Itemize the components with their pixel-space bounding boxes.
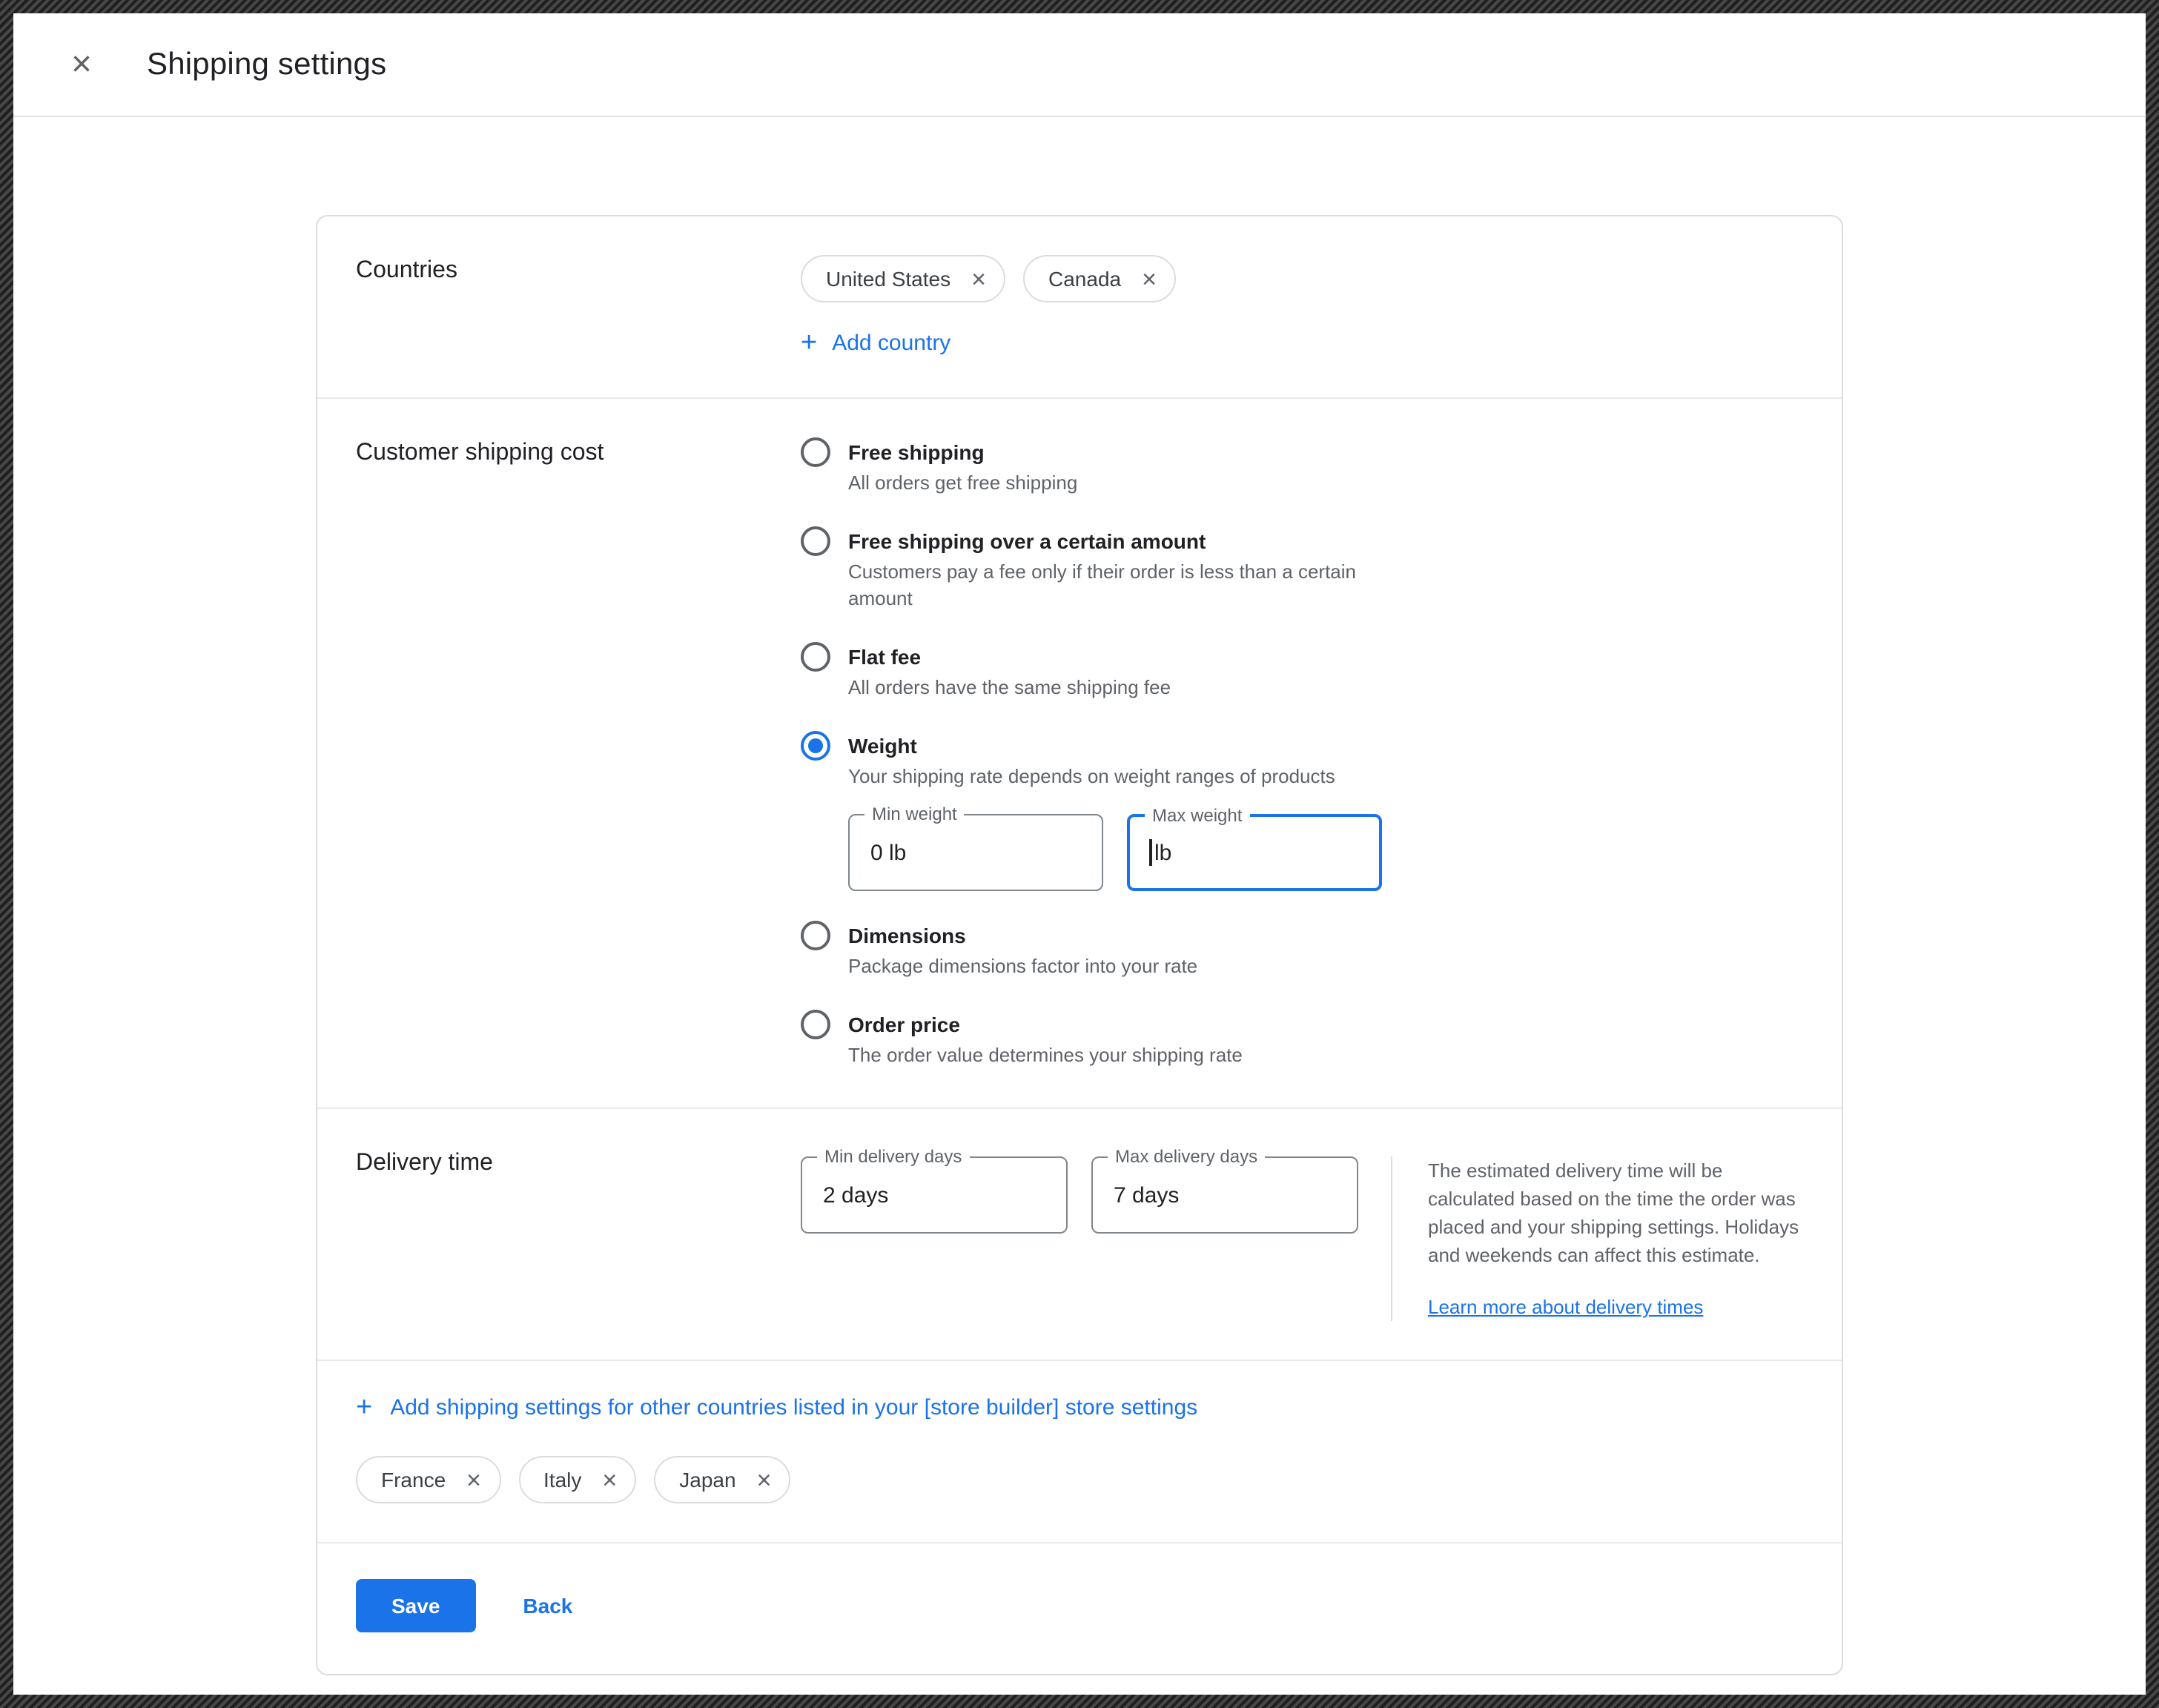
radio-option-dimensions[interactable]: Dimensions Package dimensions factor int… <box>801 921 1803 980</box>
country-chip-united-states[interactable]: United States × <box>801 255 1005 302</box>
chip-label: United States <box>826 267 950 291</box>
min-delivery-days-value: 2 days <box>823 1182 888 1208</box>
text-cursor <box>1149 839 1151 866</box>
plus-icon: + <box>356 1394 372 1422</box>
chip-label: France <box>381 1468 446 1492</box>
min-delivery-days-label: Min delivery days <box>817 1146 969 1167</box>
remove-country-icon[interactable]: × <box>971 266 986 291</box>
shipping-settings-dialog: × Shipping settings Countries United Sta… <box>13 13 2146 1695</box>
settings-card: Countries United States × Canada × + Add… <box>316 215 1843 1675</box>
country-chip-france[interactable]: France × <box>356 1456 500 1503</box>
radio-icon[interactable] <box>801 1010 830 1039</box>
radio-icon[interactable] <box>801 921 830 950</box>
shipping-cost-options: Free shipping All orders get free shippi… <box>801 437 1803 1069</box>
option-title: Weight <box>848 731 1382 761</box>
option-title: Free shipping over a certain amount <box>848 526 1397 556</box>
option-title: Free shipping <box>848 437 1077 467</box>
option-title: Flat fee <box>848 642 1171 672</box>
option-description: Customers pay a fee only if their order … <box>848 559 1397 612</box>
close-icon[interactable]: × <box>61 47 102 82</box>
option-text: Free shipping All orders get free shippi… <box>848 437 1077 497</box>
chip-label: Canada <box>1048 267 1121 291</box>
page-title: Shipping settings <box>147 47 386 82</box>
radio-icon-selected[interactable] <box>801 731 830 761</box>
max-weight-field[interactable]: Max weight lb <box>1127 814 1382 891</box>
radio-option-free-over-amount[interactable]: Free shipping over a certain amount Cust… <box>801 526 1803 612</box>
radio-option-order-price[interactable]: Order price The order value determines y… <box>801 1010 1803 1069</box>
option-description: All orders have the same shipping fee <box>848 675 1171 701</box>
add-other-countries-button[interactable]: + Add shipping settings for other countr… <box>356 1394 1197 1422</box>
countries-label: Countries <box>356 255 801 359</box>
other-countries-chip-row: France × Italy × Japan × <box>356 1456 1803 1503</box>
delivery-fields: Min delivery days 2 days Max delivery da… <box>801 1156 1358 1321</box>
screenshot-scale-root: × Shipping settings Countries United Sta… <box>0 0 2159 1708</box>
remove-country-icon[interactable]: × <box>466 1467 481 1492</box>
delivery-helper-text: The estimated delivery time will be calc… <box>1428 1156 1803 1269</box>
chip-label: Italy <box>543 1468 581 1492</box>
shipping-cost-section: Customer shipping cost Free shipping All… <box>317 399 1842 1109</box>
delivery-time-section: Delivery time Min delivery days 2 days M… <box>317 1109 1842 1361</box>
learn-more-link[interactable]: Learn more about delivery times <box>1428 1296 1703 1318</box>
chip-label: Japan <box>679 1468 735 1492</box>
plus-icon: + <box>801 329 817 357</box>
delivery-helper-panel: The estimated delivery time will be calc… <box>1391 1156 1803 1321</box>
option-text: Free shipping over a certain amount Cust… <box>848 526 1397 612</box>
country-chip-italy[interactable]: Italy × <box>518 1456 636 1503</box>
min-weight-field[interactable]: Min weight 0 lb <box>848 814 1103 891</box>
add-country-label: Add country <box>832 331 950 356</box>
radio-icon[interactable] <box>801 526 830 556</box>
option-description: All orders get free shipping <box>848 470 1077 497</box>
country-chip-canada[interactable]: Canada × <box>1023 255 1176 302</box>
countries-chip-row: United States × Canada × <box>801 255 1803 302</box>
country-chip-japan[interactable]: Japan × <box>654 1456 790 1503</box>
radio-option-flat-fee[interactable]: Flat fee All orders have the same shippi… <box>801 642 1803 701</box>
dialog-footer: Save Back <box>317 1543 1842 1674</box>
radio-icon[interactable] <box>801 437 830 467</box>
option-description: Your shipping rate depends on weight ran… <box>848 764 1382 790</box>
option-title: Dimensions <box>848 921 1197 950</box>
add-country-button[interactable]: + Add country <box>801 329 950 357</box>
max-delivery-days-value: 7 days <box>1114 1182 1179 1208</box>
other-countries-section: + Add shipping settings for other countr… <box>317 1361 1842 1543</box>
radio-option-weight[interactable]: Weight Your shipping rate depends on wei… <box>801 731 1803 891</box>
min-weight-field-label: Min weight <box>864 804 965 824</box>
max-delivery-days-field[interactable]: Max delivery days 7 days <box>1091 1156 1358 1234</box>
save-button[interactable]: Save <box>356 1579 475 1632</box>
radio-option-free-shipping[interactable]: Free shipping All orders get free shippi… <box>801 437 1803 497</box>
shipping-cost-label: Customer shipping cost <box>356 437 801 1069</box>
min-delivery-days-field[interactable]: Min delivery days 2 days <box>801 1156 1068 1234</box>
back-button[interactable]: Back <box>523 1594 572 1618</box>
option-text: Order price The order value determines y… <box>848 1010 1243 1069</box>
option-title: Order price <box>848 1010 1243 1039</box>
add-other-countries-label: Add shipping settings for other countrie… <box>390 1395 1197 1420</box>
max-weight-field-label: Max weight <box>1145 805 1249 826</box>
remove-country-icon[interactable]: × <box>602 1467 617 1492</box>
weight-fields: Min weight 0 lb Max weight lb <box>848 814 1382 891</box>
option-description: The order value determines your shipping… <box>848 1042 1243 1069</box>
option-text: Weight Your shipping rate depends on wei… <box>848 731 1382 891</box>
min-weight-field-value: 0 lb <box>870 840 906 865</box>
delivery-time-label: Delivery time <box>356 1148 801 1321</box>
remove-country-icon[interactable]: × <box>757 1467 772 1492</box>
option-text: Flat fee All orders have the same shippi… <box>848 642 1171 701</box>
max-weight-field-value: lb <box>1154 840 1171 865</box>
option-text: Dimensions Package dimensions factor int… <box>848 921 1197 980</box>
dialog-header: × Shipping settings <box>13 13 2146 117</box>
screenshot-frame: × Shipping settings Countries United Sta… <box>0 0 2159 1708</box>
remove-country-icon[interactable]: × <box>1142 266 1157 291</box>
countries-section: Countries United States × Canada × + Add… <box>317 216 1842 399</box>
option-description: Package dimensions factor into your rate <box>848 953 1197 980</box>
radio-icon[interactable] <box>801 642 830 672</box>
max-delivery-days-label: Max delivery days <box>1108 1146 1265 1167</box>
